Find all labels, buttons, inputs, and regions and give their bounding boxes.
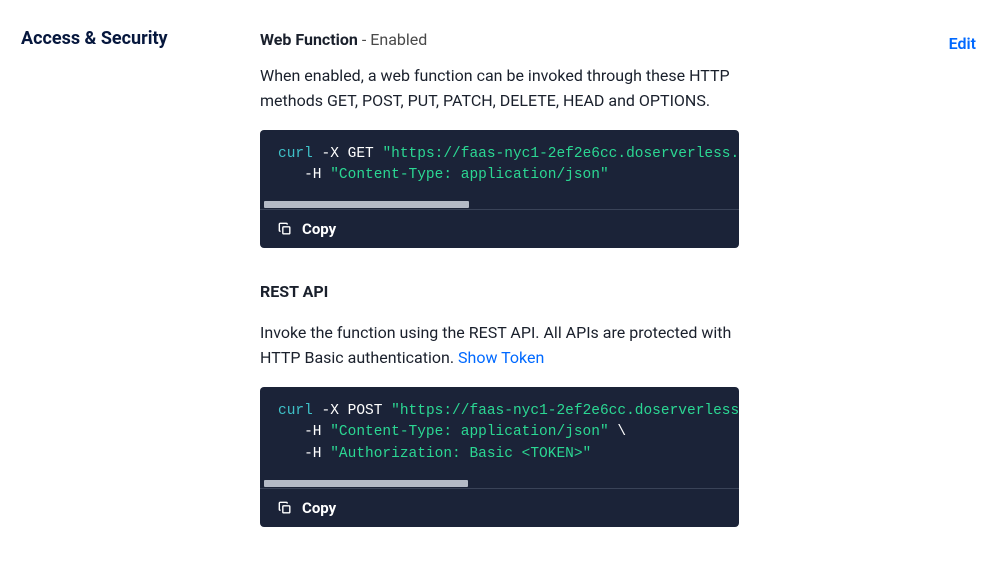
web-function-description: When enabled, a web function can be invo… [260,64,739,114]
code-string: "Content-Type: application/json" [330,167,608,183]
code-line: curl -X GET "https://faas-nyc1-2ef2e6cc.… [278,144,721,166]
web-function-code-block: curl -X GET "https://faas-nyc1-2ef2e6cc.… [260,130,739,202]
copy-icon [278,501,292,515]
code-flag: -X GET [313,146,383,162]
code-string: "https://faas-nyc1-2ef2e6cc.doserverless… [391,403,739,419]
show-token-link[interactable]: Show Token [458,348,544,367]
edit-link[interactable]: Edit [949,34,976,53]
copy-label: Copy [302,220,336,238]
rest-api-code-block: curl -X POST "https://faas-nyc1-2ef2e6cc… [260,387,739,480]
rest-api-title: REST API [260,282,739,301]
code-flag: -H [304,167,330,183]
web-function-title: Web Function [260,30,358,49]
rest-api-description: Invoke the function using the REST API. … [260,321,739,371]
copy-icon [278,222,292,236]
main-content: Web Function - Enabled When enabled, a w… [260,28,739,527]
main-container: Access & Security Web Function - Enabled… [21,28,976,527]
code-tail: \ [609,424,626,440]
web-function-header: Web Function - Enabled [260,28,739,52]
code-string: "https://faas-nyc1-2ef2e6cc.doserverless… [382,146,739,162]
sidebar-title: Access & Security [21,28,260,49]
code-flag: -X POST [313,403,391,419]
scrollbar-thumb[interactable] [264,201,469,208]
scrollbar-track[interactable] [260,201,739,209]
web-function-status: - Enabled [358,30,427,49]
code-line: -H "Content-Type: application/json" \ [278,422,721,444]
copy-button[interactable]: Copy [260,209,739,248]
code-pad [278,446,304,462]
rest-api-section: REST API Invoke the function using the R… [260,282,739,527]
section-gap [260,248,739,282]
code-string: "Content-Type: application/json" [330,424,608,440]
code-command: curl [278,403,313,419]
code-flag: -H [304,446,330,462]
copy-label: Copy [302,499,336,517]
code-line: curl -X POST "https://faas-nyc1-2ef2e6cc… [278,401,721,423]
web-function-section: Web Function - Enabled When enabled, a w… [260,28,739,248]
code-command: curl [278,146,313,162]
scrollbar-track[interactable] [260,480,739,488]
copy-button[interactable]: Copy [260,488,739,527]
sidebar-section: Access & Security [21,28,260,49]
code-flag: -H [304,424,330,440]
code-pad [278,424,304,440]
code-string: "Authorization: Basic <TOKEN>" [330,446,591,462]
code-line: -H "Content-Type: application/json" [278,165,721,187]
scrollbar-thumb[interactable] [264,480,468,487]
code-line: -H "Authorization: Basic <TOKEN>" [278,444,721,466]
code-pad [278,167,304,183]
